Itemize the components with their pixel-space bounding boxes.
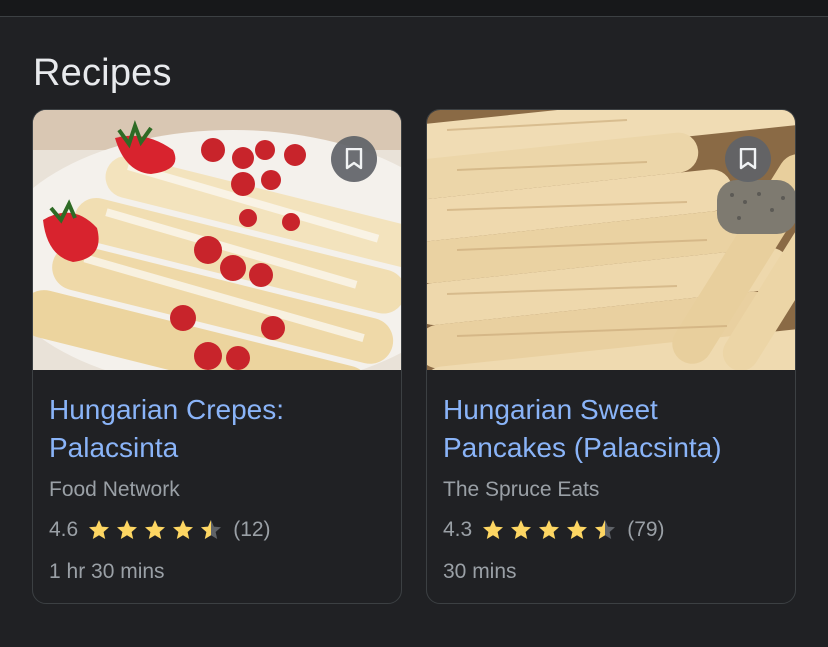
review-count: (12) <box>233 518 271 541</box>
recipe-image[interactable] <box>427 110 795 370</box>
rating-row: 4.6 (12) <box>49 516 271 544</box>
recipe-card[interactable]: Hungarian Crepes: Palacsinta Food Networ… <box>32 109 402 604</box>
cook-time: 1 hr 30 mins <box>49 560 165 583</box>
bookmark-icon <box>739 148 757 170</box>
recipe-source: The Spruce Eats <box>443 478 600 501</box>
rating-stars <box>86 518 226 542</box>
star-icon <box>539 520 560 539</box>
star-icon <box>511 520 532 539</box>
star-icon <box>89 520 110 539</box>
rating-value: 4.3 <box>443 518 473 541</box>
star-icon <box>567 520 588 539</box>
rating-value: 4.6 <box>49 518 79 541</box>
rating-stars <box>480 518 620 542</box>
star-icon <box>145 520 166 539</box>
recipe-image[interactable] <box>33 110 401 370</box>
rating-row: 4.3 (79) <box>443 516 665 544</box>
recipe-title-link[interactable]: Hungarian Crepes: Palacsinta <box>49 391 389 467</box>
star-icon <box>483 520 504 539</box>
recipe-source: Food Network <box>49 478 180 501</box>
recipe-card[interactable]: Hungarian Sweet Pancakes (Palacsinta) Th… <box>426 109 796 604</box>
half-star-icon <box>201 520 222 539</box>
half-star-icon <box>595 520 616 539</box>
bookmark-button[interactable] <box>331 136 377 182</box>
bookmark-button[interactable] <box>725 136 771 182</box>
recipe-title-link[interactable]: Hungarian Sweet Pancakes (Palacsinta) <box>443 391 783 467</box>
star-icon <box>117 520 138 539</box>
star-icon <box>173 520 194 539</box>
section-title: Recipes <box>33 52 172 94</box>
cook-time: 30 mins <box>443 560 517 583</box>
review-count: (79) <box>627 518 665 541</box>
top-bar <box>0 0 828 17</box>
bookmark-icon <box>345 148 363 170</box>
